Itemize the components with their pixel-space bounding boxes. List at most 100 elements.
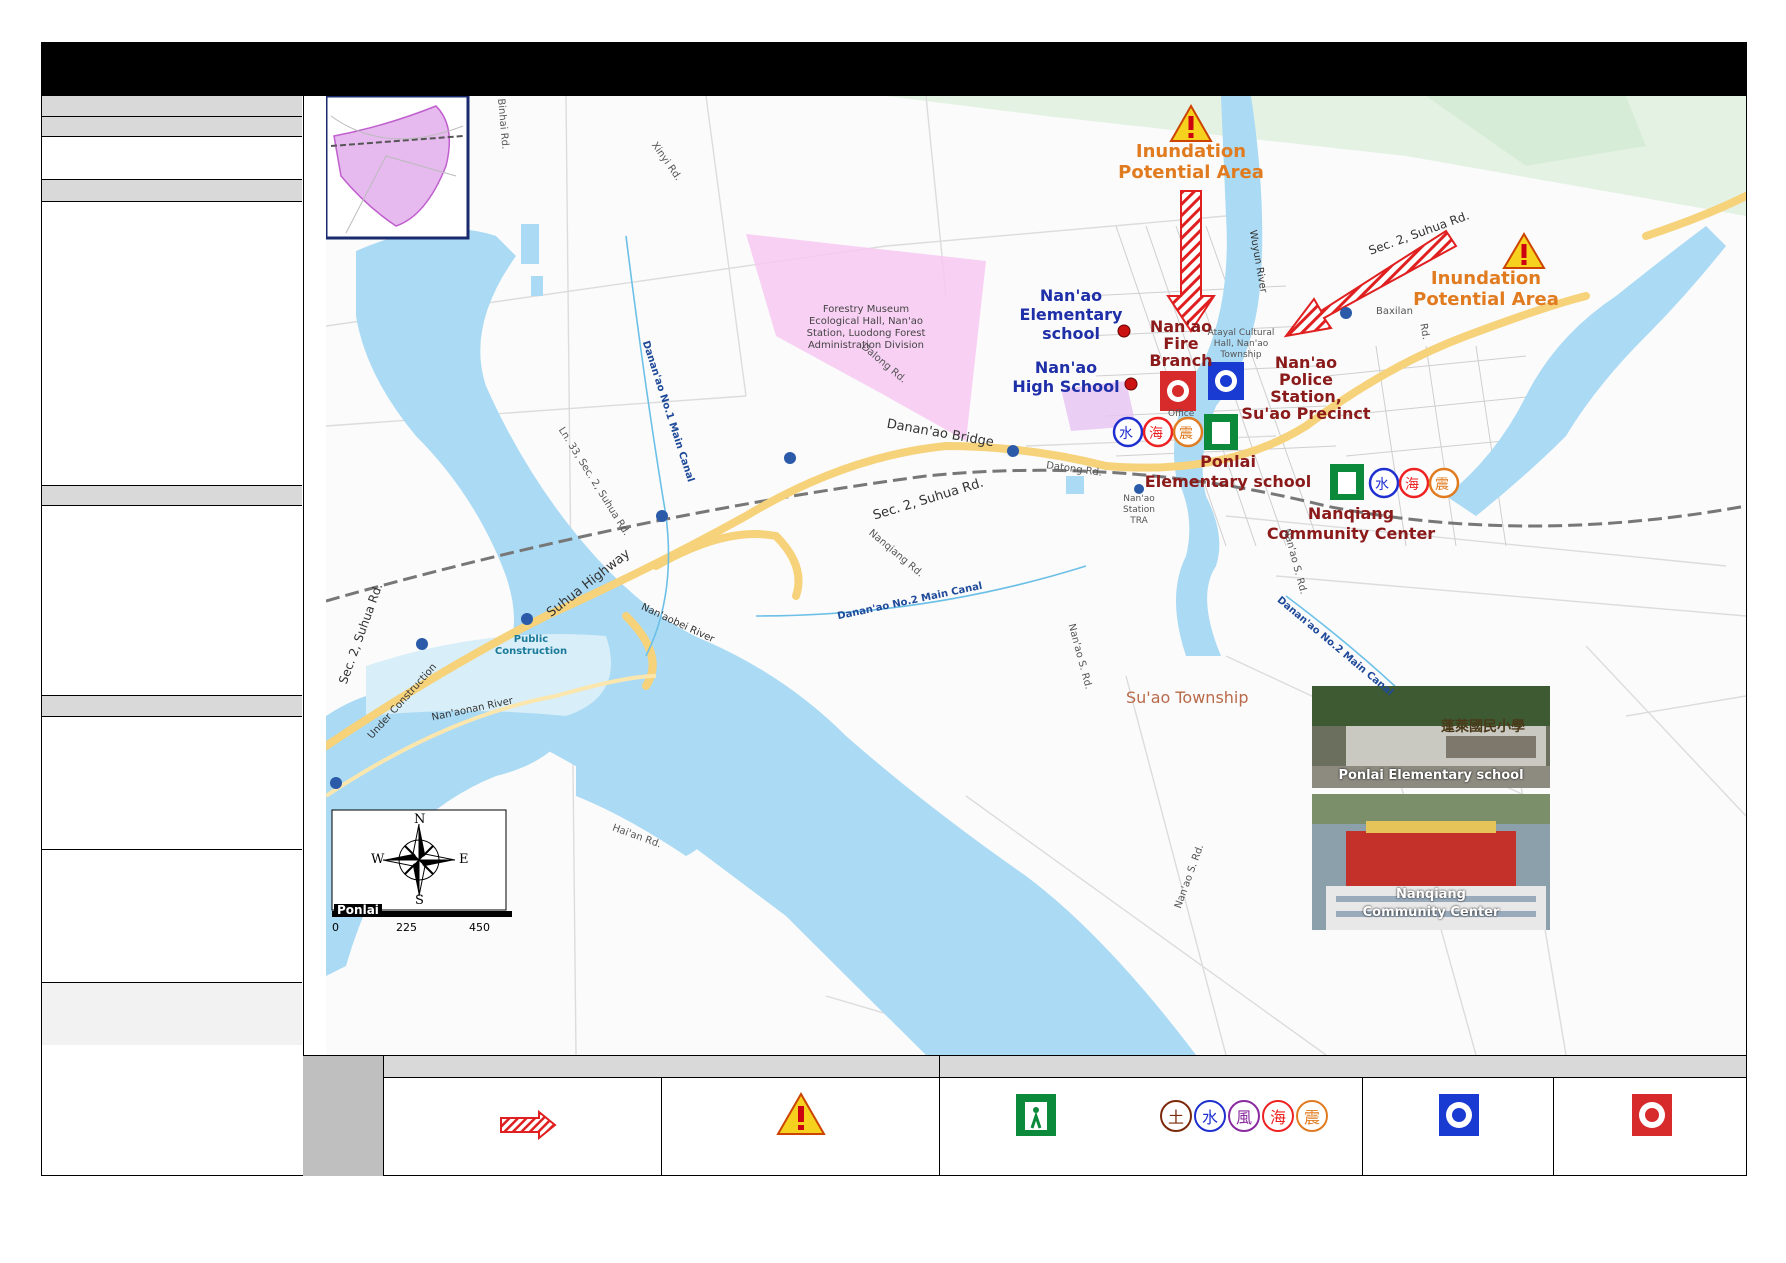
road-label: Sec. 2, Suhua Rd.: [1366, 208, 1472, 258]
sidebar-panel-2: [42, 202, 302, 486]
shelter-icon: [1016, 1094, 1056, 1136]
label-line: Nan'ao: [1034, 358, 1098, 377]
earthquake-icon: 震: [1296, 1100, 1328, 1132]
road-label: Nan'ao S. Rd.: [1172, 842, 1207, 911]
legend-cell-arrow: [384, 1078, 662, 1176]
typhoon-icon: 風: [1228, 1100, 1260, 1132]
shelter-char-sea: 海: [1405, 477, 1419, 493]
forestry-museum-label: Forestry Museum Ecological Hall, Nan'ao …: [801, 304, 931, 352]
flood-icon: 水: [1194, 1100, 1226, 1132]
label-line: Construction: [494, 646, 568, 657]
ponlai-photo-caption: Ponlai Elementary school: [1338, 768, 1524, 783]
inundation-label-1: Inundation Potential Area: [1116, 141, 1266, 183]
compass-s: S: [415, 893, 424, 908]
legend-cell-warning: [662, 1078, 940, 1176]
nanqiang-photo-caption: Nanqiang Community Center: [1314, 886, 1548, 922]
legend-cell-fire: [1554, 1078, 1746, 1176]
road-label: Xinyi Rd.: [648, 140, 684, 183]
label-line: Station: [1123, 505, 1155, 515]
hazard-label-line2: Potential Area: [1118, 162, 1264, 183]
label-line: Public: [513, 634, 549, 645]
sidebar-header-1: [42, 96, 302, 117]
label-line: Elementary: [1019, 305, 1123, 324]
police-badge-icon: [1439, 1094, 1479, 1136]
canal-label: Danan'ao No.1 Main Canal: [639, 339, 696, 484]
shelter-char-sea: 海: [1149, 426, 1163, 442]
township-label: Su'ao Township: [1126, 688, 1249, 707]
shelter-char-water: 水: [1119, 426, 1133, 442]
label-line: Nan'ao: [1123, 494, 1155, 504]
legend-cell-police: [1363, 1078, 1554, 1176]
legend-panel: 土 水 風 海 震: [303, 1055, 1746, 1177]
canal-label: Danan'ao No.2 Main Canal: [836, 580, 984, 623]
compass-w: W: [371, 852, 385, 867]
label-line: Forestry Museum: [822, 304, 910, 315]
hazard-type-icons: 土 水 風 海 震: [1160, 1100, 1328, 1132]
map-canvas[interactable]: Inundation Potential Area Inundation Pot…: [326, 96, 1746, 1055]
police-station-label: Nan'ao Police Station, Su'ao Precinct: [1241, 354, 1371, 422]
warning-icon: [776, 1092, 826, 1135]
road-label: Hai'an Rd.: [610, 822, 663, 851]
label-line: Nan'ao: [1039, 286, 1103, 305]
hazard-label-line2: Potential Area: [1413, 289, 1559, 310]
label-line: High School: [1012, 377, 1120, 396]
label-line: Community Center: [1362, 905, 1500, 920]
compass-e: E: [459, 852, 469, 867]
road-label: Ln. 33, Sec. 2, Suhua Rd.: [555, 425, 632, 538]
hazard-label-line1: Inundation: [1430, 268, 1542, 289]
road-label: Sec. 2, Suhua Rd.: [336, 581, 386, 686]
label-line: Police Station,: [1270, 370, 1342, 406]
sidebar-panel-4: [42, 717, 302, 850]
road-label: Sec. 2, Suhua Rd.: [871, 475, 986, 524]
ponlai-sign-text: 蓬萊國民小學: [1441, 719, 1525, 735]
label-line: Atayal Cultural: [1207, 328, 1275, 338]
sidebar-panel-3: [42, 506, 302, 696]
title-bar: [42, 43, 1746, 96]
label-line: school: [1042, 324, 1100, 343]
atayal-hall-label: Atayal Cultural Hall, Nan'ao Township: [1206, 328, 1276, 361]
nanao-high-label: Nan'ao High School: [1006, 358, 1126, 396]
map-sheet-frame: Inundation Potential Area Inundation Pot…: [41, 42, 1747, 1176]
hazard-label-line1: Inundation: [1135, 141, 1247, 162]
legend-header-facilities: [940, 1056, 1746, 1078]
label-line: Nanqiang: [1395, 887, 1466, 902]
public-construction-label: Public Construction: [491, 634, 571, 658]
info-sidebar: [42, 96, 304, 1175]
road-label: Danan'ao Bridge: [885, 416, 995, 451]
sidebar-header-2: [42, 117, 302, 137]
label-line: Elementary school: [1144, 472, 1312, 491]
shelter-char-water: 水: [1375, 477, 1389, 493]
label-line: Su'ao Precinct: [1241, 404, 1371, 423]
road-label: Rd.: [1417, 322, 1432, 341]
landslide-icon: 土: [1160, 1100, 1192, 1132]
label-line: Ecological Hall, Nan'ao: [808, 316, 924, 327]
sidebar-panel-1: [42, 137, 302, 180]
label-line: Administration Division: [808, 340, 924, 351]
road-label: Datong Rd.: [1045, 460, 1103, 479]
road-label: Nan'ao S. Rd.: [1065, 622, 1094, 691]
compass-n: N: [414, 812, 426, 827]
canal-label: Danan'ao No.2 Main Canal: [1274, 594, 1396, 699]
scale-title: Ponlai: [334, 904, 382, 916]
river-label: Nan'aobei River: [639, 601, 716, 646]
road-label: Nanqiang Rd.: [866, 527, 926, 580]
sidebar-panel-5: [42, 850, 302, 983]
legend-cell-shelter: 土 水 風 海 震: [940, 1078, 1363, 1176]
label-line: Hall, Nan'ao: [1213, 339, 1269, 349]
label-line: Station, Luodong Forest: [806, 328, 926, 339]
inundation-label-2: Inundation Potential Area: [1406, 268, 1566, 310]
road-label: Under Construction: [365, 661, 440, 742]
legend-header-hazard: [384, 1056, 940, 1078]
ponlai-label: Ponlai Elementary school: [1138, 452, 1318, 492]
legend-label-cell: [303, 1056, 384, 1176]
label-line: Nanqiang: [1307, 504, 1395, 523]
shelter-char-quake: 震: [1435, 477, 1449, 493]
sidebar-panel-6: [42, 983, 302, 1045]
sidebar-header-4: [42, 486, 302, 506]
road-label: Binhai Rd.: [495, 98, 511, 150]
shelter-char-quake: 震: [1179, 426, 1193, 442]
sidebar-header-5: [42, 696, 302, 717]
nanao-elementary-label: Nan'ao Elementary school: [1016, 286, 1126, 343]
scale-tick-450: 450: [469, 921, 490, 934]
label-line: Ponlai: [1200, 452, 1256, 471]
